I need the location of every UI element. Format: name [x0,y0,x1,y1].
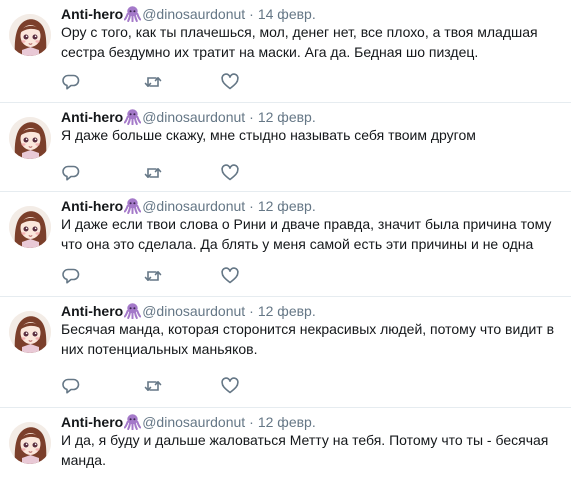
tweet-item[interactable]: Anti-hero @dinosaurdonut · 12 февр. И даже … [0,192,571,297]
like-icon[interactable] [220,72,240,92]
reply-icon[interactable] [61,376,81,396]
tweet-text-line: манда. [61,451,106,468]
tweet-header: Anti-hero @dinosaurdonut · 12 февр. [61,196,316,216]
tweet-actions [61,266,281,286]
separator-dot: · [249,6,254,22]
author-name[interactable]: Anti-hero [61,303,123,319]
reply-icon[interactable] [61,72,81,92]
tweet-text: И да, я буду и дальше жаловаться Метту н… [61,431,566,470]
tweet-item[interactable]: Anti-hero @dinosaurdonut · 12 февр. Я даже … [0,103,571,192]
tweet-text-line: что она это сделала. Да блять у меня сам… [61,235,534,252]
author-name[interactable]: Anti-hero [61,198,123,214]
author-name[interactable]: Anti-hero [61,6,123,22]
tweet-header: Anti-hero @dinosaurdonut · 12 февр. [61,412,316,432]
user-avatar[interactable] [9,422,51,464]
tweet-text-line: И да, я буду и дальше жаловаться Метту н… [61,432,549,448]
tweet-header: Anti-hero @dinosaurdonut · 12 февр. [61,107,316,127]
retweet-icon[interactable] [143,72,163,92]
tweet-feed: Anti-hero @dinosaurdonut · 14 февр. Ору с т… [0,0,571,481]
author-handle[interactable]: @dinosaurdonut [142,198,245,214]
author-name[interactable]: Anti-hero [61,414,123,430]
separator-dot: · [249,198,254,214]
tweet-text-line: Ору с того, как ты плачешься, мол, денег… [61,24,538,40]
tweet-actions [61,72,281,92]
tweet-item[interactable]: Anti-hero @dinosaurdonut · 14 февр. Ору с т… [0,0,571,103]
author-handle[interactable]: @dinosaurdonut [142,414,245,430]
separator-dot: · [249,109,254,125]
author-handle[interactable]: @dinosaurdonut [142,6,245,22]
tweet-header: Anti-hero @dinosaurdonut · 12 февр. [61,301,316,321]
reply-icon[interactable] [61,266,81,286]
tweet-text-line: них потенциальных маньяков. [61,340,258,357]
tweet-date[interactable]: 12 февр. [258,109,316,125]
like-icon[interactable] [220,163,240,183]
tweet-text: Бесячая манда, которая сторонится некрас… [61,320,566,359]
tweet-item[interactable]: Anti-hero @dinosaurdonut · 12 февр. И да, я… [0,408,571,481]
tweet-text: Ору с того, как ты плачешься, мол, денег… [61,23,566,62]
like-icon[interactable] [220,376,240,396]
tweet-text-line: И даже если твои слова о Рини и дваче пр… [61,216,552,232]
like-icon[interactable] [220,266,240,286]
tweet-date[interactable]: 12 февр. [258,414,316,430]
user-avatar[interactable] [9,14,51,56]
tweet-text: И даже если твои слова о Рини и дваче пр… [61,215,566,254]
tweet-date[interactable]: 12 февр. [258,303,316,319]
user-avatar[interactable] [9,206,51,248]
author-name[interactable]: Anti-hero [61,109,123,125]
tweet-text-line: сестра бездумно их тратит на маски. Ага … [61,43,479,60]
separator-dot: · [249,414,254,430]
user-avatar[interactable] [9,117,51,159]
tweet-item[interactable]: Anti-hero @dinosaurdonut · 12 февр. Бесячая… [0,297,571,408]
separator-dot: · [249,303,254,319]
author-handle[interactable]: @dinosaurdonut [142,109,245,125]
user-avatar[interactable] [9,311,51,353]
tweet-date[interactable]: 12 февр. [258,198,316,214]
retweet-icon[interactable] [143,163,163,183]
author-handle[interactable]: @dinosaurdonut [142,303,245,319]
tweet-text: Я даже больше скажу, мне стыдно называть… [61,126,566,146]
retweet-icon[interactable] [143,376,163,396]
tweet-actions [61,163,281,183]
tweet-text-line: Я даже больше скажу, мне стыдно называть… [61,127,476,143]
reply-icon[interactable] [61,163,81,183]
tweet-header: Anti-hero @dinosaurdonut · 14 февр. [61,4,316,24]
retweet-icon[interactable] [143,266,163,286]
tweet-date[interactable]: 14 февр. [258,6,316,22]
tweet-text-line: Бесячая манда, которая сторонится некрас… [61,321,555,337]
tweet-actions [61,376,281,396]
